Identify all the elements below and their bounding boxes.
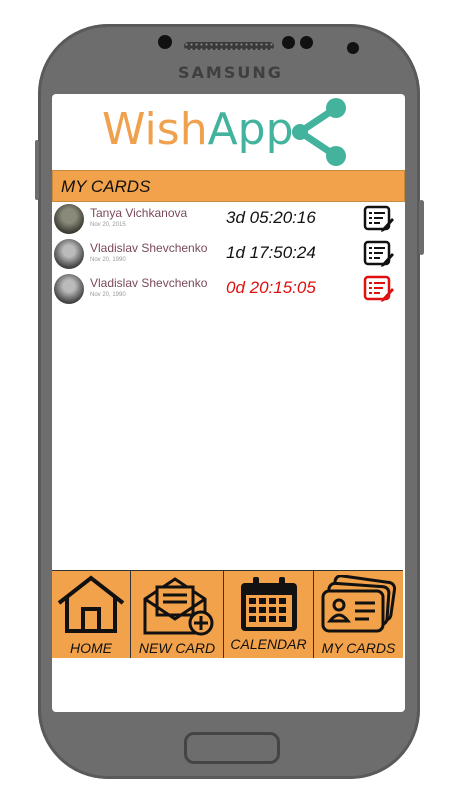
bottom-nav: HOME NEW CARD CALENDAR MY CARDS [52,570,403,658]
card-date: Nov 20, 1990 [90,292,126,298]
card-preview[interactable]: Vladislav Shevchenko Nov 20, 1990 [52,238,220,269]
sensor-icon [347,42,359,54]
edit-card-icon[interactable] [363,205,395,233]
volume-button [35,140,39,200]
earpiece-speaker [184,42,274,50]
countdown-timer: 1d 17:50:24 [226,243,316,262]
nav-calendar-label: CALENDAR [230,636,307,652]
nav-calendar-button[interactable]: CALENDAR [224,571,314,658]
nav-home-button[interactable]: HOME [52,571,131,658]
avatar [54,204,84,234]
logo-text-wish: Wish [102,104,208,155]
nav-my-cards-button[interactable]: MY CARDS [314,571,403,658]
countdown-timer: 3d 05:20:16 [226,208,316,227]
new-card-icon [143,577,214,636]
card-row[interactable]: Vladislav Shevchenko Nov 20, 1990 0d 20:… [52,272,405,305]
card-name: Vladislav Shevchenko [90,241,208,255]
device-brand: SAMSUNG [178,63,283,82]
section-header: MY CARDS [52,170,405,202]
calendar-icon [241,577,297,631]
section-title: MY CARDS [61,177,151,196]
front-camera-icon [158,35,172,49]
home-key[interactable] [184,732,280,764]
share-icon [292,98,346,166]
home-icon [57,575,125,633]
card-preview[interactable]: Vladislav Shevchenko Nov 20, 1990 [52,273,220,304]
cards-icon [321,575,397,633]
countdown-timer: 0d 20:15:05 [226,278,316,297]
nav-my-cards-label: MY CARDS [321,640,396,656]
avatar [54,274,84,304]
card-preview[interactable]: Tanya Vichkanova Nov 20, 2015 [52,203,220,234]
nav-home-label: HOME [70,640,112,656]
card-date: Nov 20, 1990 [90,257,126,263]
power-button [419,200,424,255]
logo-text-app: App [207,104,294,155]
edit-card-icon[interactable] [363,240,395,268]
nav-new-card-label: NEW CARD [138,640,216,656]
card-row[interactable]: Vladislav Shevchenko Nov 20, 1990 1d 17:… [52,237,405,270]
card-date: Nov 20, 2015 [90,222,126,228]
card-name: Vladislav Shevchenko [90,276,208,290]
app-screen: WishApp MY CARDS Tanya Vichkanova Nov 20… [52,94,405,712]
nav-new-card-button[interactable]: NEW CARD [131,571,224,658]
sensor-icon [282,36,295,49]
sensor-icon [300,36,313,49]
edit-card-icon[interactable] [363,275,395,303]
card-name: Tanya Vichkanova [90,206,188,220]
avatar [54,239,84,269]
card-row[interactable]: Tanya Vichkanova Nov 20, 2015 3d 05:20:1… [52,202,405,235]
